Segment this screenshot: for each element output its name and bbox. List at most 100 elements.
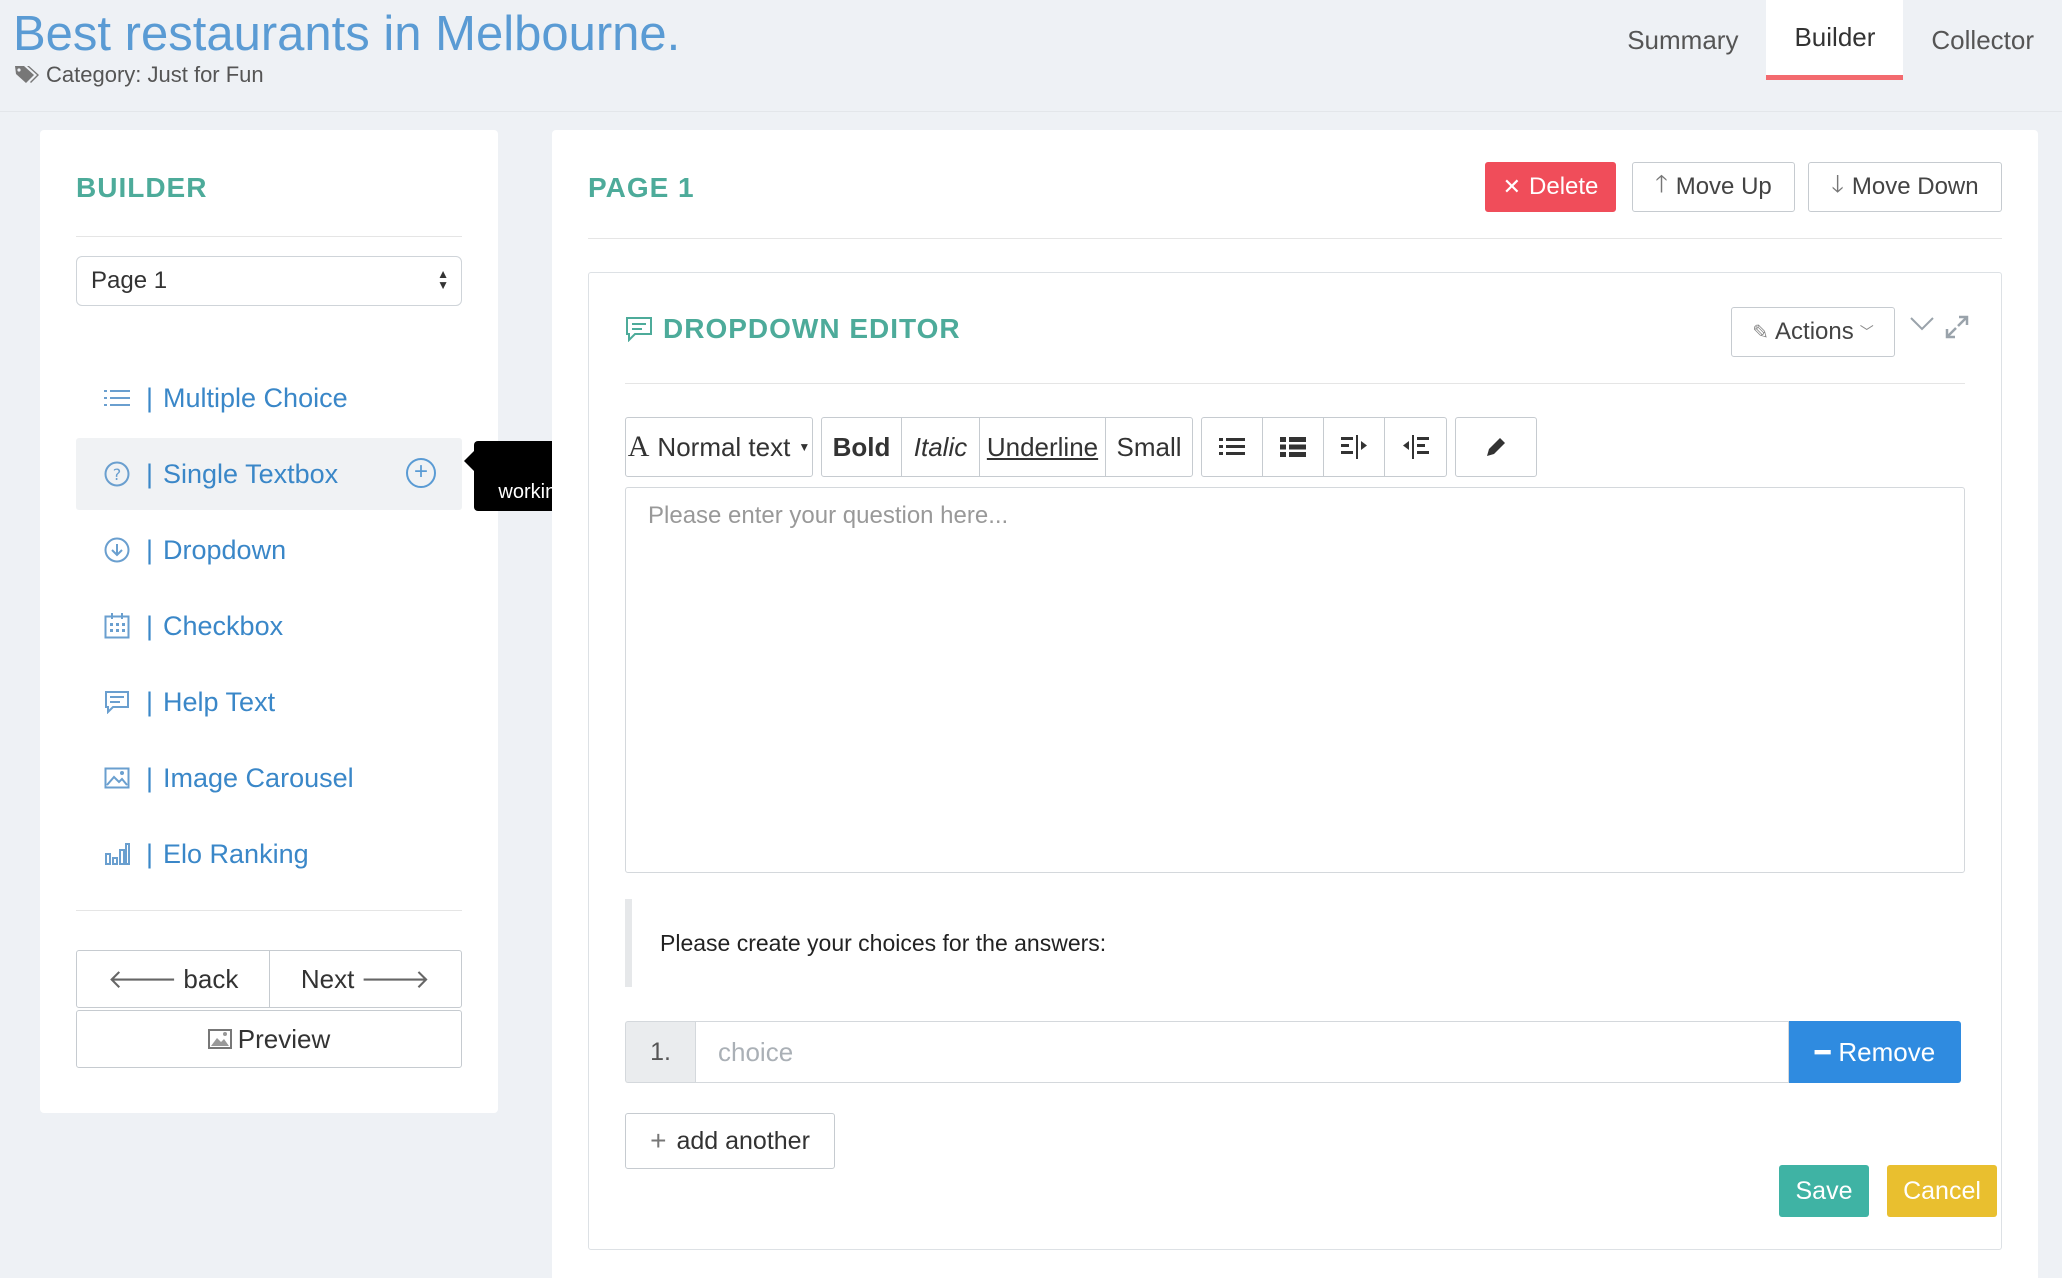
italic-button[interactable]: Italic	[902, 418, 980, 476]
add-plus-icon[interactable]: +	[406, 458, 436, 488]
normal-text-label: Normal text	[657, 431, 791, 462]
html-edit-button[interactable]	[1456, 418, 1536, 476]
list-indent-group	[1201, 417, 1447, 477]
next-button[interactable]: Next 🡒	[269, 950, 462, 1008]
choice-input[interactable]	[695, 1021, 1789, 1083]
sidebar-item-label: Multiple Choice	[163, 382, 348, 413]
sidebar-item-image-carousel[interactable]: | Image Carousel	[76, 742, 462, 814]
underline-button[interactable]: Underline	[980, 418, 1106, 476]
collapse-chevron-icon[interactable]	[1909, 315, 1935, 333]
indent-button[interactable]	[1385, 418, 1446, 476]
arrow-up-icon: 🡑	[1655, 170, 1668, 198]
unordered-list-icon	[1219, 438, 1245, 455]
bar-chart-icon	[102, 839, 132, 869]
page-title: Best restaurants in Melbourne.	[13, 7, 681, 61]
item-separator: |	[146, 762, 154, 793]
move-down-label: Move Down	[1851, 173, 1979, 200]
page-panel: PAGE 1 ✕ Delete 🡑 Move Up 🡓 Move Down DR…	[552, 130, 2038, 1278]
item-separator: |	[146, 686, 154, 717]
sidebar-item-checkbox[interactable]: | Checkbox	[76, 590, 462, 662]
pencil-icon: ✎	[1752, 321, 1770, 344]
outdent-button[interactable]	[1324, 418, 1385, 476]
save-button[interactable]: Save	[1779, 1165, 1869, 1217]
normal-text-dropdown[interactable]: A Normal text ▼	[626, 418, 812, 476]
next-label: Next	[300, 963, 355, 994]
delete-button[interactable]: ✕ Delete	[1485, 162, 1616, 212]
actions-dropdown[interactable]: ✎ Actions ﹀	[1731, 307, 1895, 357]
question-textarea[interactable]: Please enter your question here...	[625, 487, 1965, 873]
select-arrows-icon: ▲ ▼	[437, 267, 449, 292]
sidebar-item-multiple-choice[interactable]: | Multiple Choice	[76, 362, 462, 434]
add-another-button[interactable]: + add another	[625, 1113, 835, 1169]
sidebar-divider	[76, 236, 462, 237]
tab-summary[interactable]: Summary	[1599, 0, 1766, 80]
choice-number: 1.	[625, 1021, 695, 1083]
caret-down-icon: ▼	[798, 440, 811, 454]
sidebar-title: BUILDER	[76, 172, 208, 203]
sidebar-item-label: Help Text	[163, 686, 276, 717]
move-down-button[interactable]: 🡓 Move Down	[1808, 162, 2002, 212]
editor-title-text: DROPDOWN EDITOR	[663, 313, 961, 344]
item-separator: |	[146, 838, 154, 869]
preview-label: Preview	[237, 1023, 331, 1054]
category-label: Category: Just for Fun	[14, 62, 264, 88]
ordered-list-button[interactable]	[1263, 418, 1324, 476]
ordered-list-icon	[1280, 437, 1306, 457]
page-divider	[588, 238, 2002, 239]
tab-builder[interactable]: Builder	[1766, 0, 1904, 80]
remove-choice-button[interactable]: ━ Remove	[1789, 1021, 1961, 1083]
minus-icon: ━	[1814, 1036, 1831, 1067]
edit-group	[1455, 417, 1537, 477]
bold-button[interactable]: Bold	[822, 418, 902, 476]
sidebar-item-label: Elo Ranking	[163, 838, 309, 869]
move-up-label: Move Up	[1675, 173, 1772, 200]
preview-button[interactable]: Preview	[76, 1010, 462, 1068]
sidebar-item-elo-ranking[interactable]: | Elo Ranking	[76, 818, 462, 890]
outdent-icon	[1341, 435, 1367, 459]
sidebar-item-label: Dropdown	[163, 534, 287, 565]
svg-text:?: ?	[113, 465, 122, 484]
dropdown-editor: DROPDOWN EDITOR ✎ Actions ﹀ A Normal tex…	[588, 272, 2002, 1250]
sidebar-divider	[76, 910, 462, 911]
expand-icon[interactable]	[1945, 315, 1969, 339]
item-separator: |	[146, 382, 154, 413]
page-select-value: Page 1	[91, 267, 168, 294]
sidebar-item-single-textbox[interactable]: ? | Single Textbox +	[76, 438, 462, 510]
chevron-down-icon: ﹀	[1859, 324, 1874, 340]
category-text: Category: Just for Fun	[46, 62, 264, 87]
sidebar-item-label: Checkbox	[163, 610, 284, 641]
editor-title: DROPDOWN EDITOR	[625, 313, 961, 345]
calendar-grid-icon	[102, 611, 132, 641]
move-up-button[interactable]: 🡑 Move Up	[1632, 162, 1795, 212]
plus-icon: +	[650, 1125, 667, 1156]
top-tabs: Summary Builder Collector	[1599, 0, 2062, 80]
unordered-list-button[interactable]	[1202, 418, 1263, 476]
actions-label: Actions	[1775, 318, 1854, 345]
delete-label: Delete	[1529, 173, 1599, 200]
tag-icon	[15, 66, 39, 83]
choice-row: 1. ━ Remove	[625, 1021, 1961, 1083]
arrow-right-icon: 🡒	[360, 963, 431, 994]
close-icon: ✕	[1502, 174, 1522, 199]
question-circle-icon: ?	[102, 459, 132, 489]
back-button[interactable]: 🡐 back	[76, 950, 270, 1008]
choices-instruction: Please create your choices for the answe…	[625, 899, 1965, 987]
sidebar-item-label: Image Carousel	[163, 762, 354, 793]
sidebar-item-help-text[interactable]: | Help Text	[76, 666, 462, 738]
item-separator: |	[146, 610, 154, 641]
arrow-down-icon: 🡓	[1831, 170, 1844, 198]
sidebar-item-dropdown[interactable]: | Dropdown	[76, 514, 462, 586]
tab-collector[interactable]: Collector	[1903, 0, 2062, 80]
cancel-button[interactable]: Cancel	[1887, 1165, 1997, 1217]
arrow-down-circle-icon	[102, 535, 132, 565]
comment-icon	[102, 687, 132, 717]
page-select[interactable]: Page 1 ▲ ▼	[76, 256, 462, 306]
page-heading: PAGE 1	[588, 172, 695, 203]
item-separator: |	[146, 534, 154, 565]
remove-label: Remove	[1838, 1036, 1936, 1067]
comment-icon	[626, 317, 652, 342]
format-group: Bold Italic Underline Small	[821, 417, 1193, 477]
small-button[interactable]: Small	[1106, 418, 1192, 476]
item-separator: |	[146, 458, 154, 489]
question-placeholder: Please enter your question here...	[648, 502, 1009, 529]
